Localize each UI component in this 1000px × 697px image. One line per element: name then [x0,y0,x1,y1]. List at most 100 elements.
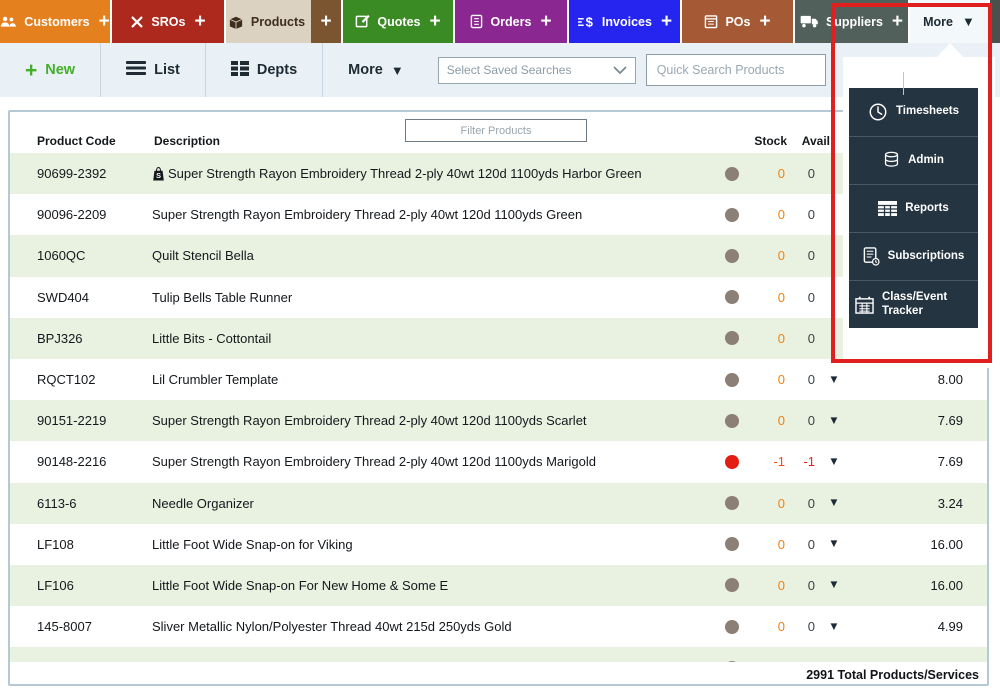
nav-tab-products[interactable]: Products + [226,0,341,43]
stock-status-icon [725,661,739,662]
row-dropdown-caret[interactable]: ▼ [815,538,853,550]
menu-item-label: Subscriptions [888,250,965,264]
table-row[interactable]: 145-8003 Sliver Metallic Nylon/Polyester… [10,647,987,662]
depts-button[interactable]: Depts [206,43,323,97]
chevron-down-icon [613,63,627,77]
description-cell: Super Strength Rayon Embroidery Thread 2… [152,207,711,222]
table-row[interactable]: BPJ326 Little Bits - Cottontail 0 0 [10,318,987,359]
new-button-label: New [45,62,75,78]
product-code-cell: BPJ326 [10,331,152,346]
nav-tab-quotes[interactable]: Quotes + [343,0,453,43]
saved-searches-placeholder: Select Saved Searches [447,63,572,77]
stock-cell: 0 [753,660,785,662]
clock-icon [868,102,888,122]
table-row[interactable]: 90151-2219 Super Strength Rayon Embroide… [10,400,987,441]
description-cell: Lil Crumbler Template [152,372,711,387]
nav-tab-icon [355,14,370,29]
row-dropdown-caret[interactable]: ▼ [815,497,853,509]
product-code-cell: 145-8007 [10,619,152,634]
depts-button-label: Depts [257,62,297,78]
description-text: Needle Organizer [152,496,254,511]
description-cell: Tulip Bells Table Runner [152,290,711,305]
nav-tab-plus-button[interactable]: + [429,12,440,31]
table-row[interactable]: 90699-2392 S Super Strength Rayon Embroi… [10,153,987,194]
quick-search-input[interactable] [646,54,826,86]
description-text: Little Foot Wide Snap-on for Viking [152,537,353,552]
menu-item-admin[interactable]: Admin [849,136,978,184]
nav-tab-plus-button[interactable]: + [892,12,903,31]
toolbar-more-button[interactable]: More ▼ [323,43,429,97]
chevron-down-icon: ▼ [391,63,404,78]
menu-item-label: Reports [905,202,948,216]
table-row[interactable]: 6113-6 Needle Organizer 0 0 ▼ 3.24 [10,483,987,524]
price-cell: 3.24 [853,496,963,511]
nav-tab-suppliers[interactable]: Suppliers + [795,0,908,43]
avail-cell: 0 [785,496,815,511]
description-cell: Sliver Metallic Nylon/Polyester Thread 4… [152,619,711,634]
new-button[interactable]: + New [0,43,101,97]
nav-tab-more[interactable]: More ▼ [910,0,988,43]
description-cell: Sliver Metallic Nylon/Polyester Thread 4… [152,660,711,662]
stock-status-icon [725,537,739,551]
table-row[interactable]: LF106 Little Foot Wide Snap-on For New H… [10,565,987,606]
description-text: Tulip Bells Table Runner [152,290,292,305]
nav-tab-label: More [923,15,953,29]
report-icon [878,201,897,216]
table-row[interactable]: 90096-2209 Super Strength Rayon Embroide… [10,194,987,235]
row-dropdown-caret[interactable]: ▼ [815,374,853,386]
header-avail: Avail [802,134,830,148]
stock-status-icon [725,331,739,345]
stock-status-icon [725,620,739,634]
product-code-cell: LF108 [10,537,152,552]
nav-tab-icon: $ [577,15,595,29]
nav-tab-plus-button[interactable]: + [99,12,110,31]
table-row[interactable]: RQCT102 Lil Crumbler Template 0 0 ▼ 8.00 [10,359,987,400]
nav-tab-pos[interactable]: POs + [682,0,793,43]
stock-status-icon [725,414,739,428]
nav-tab-orders[interactable]: Orders + [455,0,567,43]
nav-tab-plus-button[interactable]: + [759,12,770,31]
row-dropdown-caret[interactable]: ▼ [815,415,853,427]
description-cell: Little Foot Wide Snap-on for Viking [152,537,711,552]
menu-item-timesheets[interactable]: Timesheets [849,88,978,136]
nav-tab-plus-button[interactable]: + [194,12,205,31]
list-button[interactable]: List [101,43,206,97]
table-row[interactable]: 145-8007 Sliver Metallic Nylon/Polyester… [10,606,987,647]
table-row[interactable]: 90148-2216 Super Strength Rayon Embroide… [10,441,987,482]
price-cell: 4.99 [853,619,963,634]
nav-tab-plus-button[interactable]: + [311,0,341,43]
chevron-down-icon: ▼ [962,14,975,29]
description-cell: Super Strength Rayon Embroidery Thread 2… [152,454,711,469]
shopify-bag-icon: S [152,166,165,182]
description-text: Super Strength Rayon Embroidery Thread 2… [152,413,587,428]
window-edge-strip [990,0,1000,43]
row-dropdown-caret[interactable]: ▼ [815,579,853,591]
table-row[interactable]: SWD404 Tulip Bells Table Runner 0 0 [10,277,987,318]
menu-item-reports[interactable]: Reports [849,184,978,232]
saved-searches-select[interactable]: Select Saved Searches [438,57,636,84]
stock-cell: 0 [753,207,785,222]
nav-tab-plus-button[interactable]: + [661,12,672,31]
product-code-cell: 90151-2219 [10,413,152,428]
avail-cell: 0 [785,372,815,387]
stock-status-icon [725,455,739,469]
menu-item-class-event-tracker[interactable]: Class/Event Tracker [849,280,978,328]
row-dropdown-caret[interactable]: ▼ [815,456,853,468]
nav-tab-label: Invoices [602,15,652,29]
nav-tab-sros[interactable]: SROs + [112,0,224,43]
nav-tab-invoices[interactable]: $ Invoices + [569,0,680,43]
avail-cell: 0 [785,578,815,593]
nav-tab-plus-button[interactable]: + [540,12,551,31]
row-dropdown-caret[interactable]: ▼ [815,621,853,633]
nav-tab-icon [704,14,718,29]
filter-products-input[interactable] [405,119,587,142]
stock-cell: 0 [753,413,785,428]
menu-item-subscriptions[interactable]: Subscriptions [849,232,978,280]
nav-tab-customers[interactable]: Customers + [0,0,110,43]
stock-status-icon [725,167,739,181]
dropdown-caret-up-icon [936,43,964,58]
table-row[interactable]: 1060QC Quilt Stencil Bella 0 0 [10,235,987,276]
app-screen: Customers + SROs + Products + Quotes + O… [0,0,1000,697]
description-text: Super Strength Rayon Embroidery Thread 2… [168,166,642,181]
table-row[interactable]: LF108 Little Foot Wide Snap-on for Vikin… [10,524,987,565]
